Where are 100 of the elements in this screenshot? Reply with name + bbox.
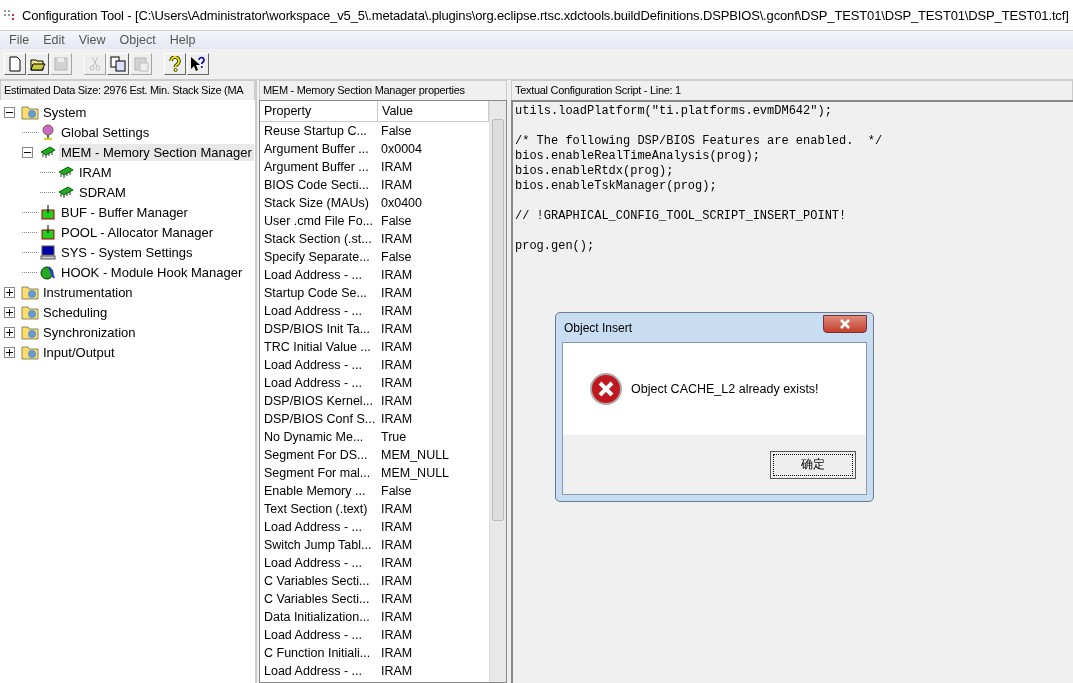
property-name: DSP/BIOS Init Ta... — [263, 322, 372, 336]
property-name: Argument Buffer ... — [263, 160, 370, 174]
property-value[interactable]: MEM_NULL — [377, 448, 489, 462]
property-name: DSP/BIOS Conf S... — [263, 412, 377, 426]
menu-item[interactable]: File — [2, 33, 37, 47]
menu-item[interactable]: Edit — [36, 33, 72, 47]
folder-icon — [21, 344, 39, 360]
chip-icon — [57, 184, 75, 200]
tree-item[interactable]: Input/Output — [41, 343, 117, 361]
tree-item[interactable]: Instrumentation — [41, 283, 135, 301]
tree-item[interactable]: BUF - Buffer Manager — [59, 203, 190, 221]
property-value[interactable]: False — [377, 124, 489, 138]
property-value[interactable]: IRAM — [377, 178, 489, 192]
folder-icon — [21, 104, 39, 120]
property-value[interactable]: False — [377, 250, 489, 264]
tree-item[interactable]: SYS - System Settings — [59, 243, 195, 261]
expand-toggle[interactable] — [4, 326, 15, 338]
property-value[interactable]: 0x0400 — [377, 196, 489, 210]
collapse-toggle[interactable] — [22, 146, 33, 158]
page-icon — [7, 56, 23, 72]
property-name: Load Address - ... — [263, 556, 363, 570]
property-value[interactable]: IRAM — [377, 664, 489, 678]
property-value[interactable]: MEM_NULL — [377, 466, 489, 480]
close-button[interactable] — [823, 314, 867, 333]
tree-item[interactable]: Synchronization — [41, 323, 138, 341]
tree-item[interactable]: POOL - Allocator Manager — [59, 223, 215, 241]
property-name: Load Address - ... — [263, 376, 363, 390]
expand-toggle[interactable] — [4, 346, 15, 358]
property-name: Enable Memory ... — [263, 484, 367, 498]
tree-item[interactable]: MEM - Memory Section Manager — [59, 143, 254, 161]
property-value[interactable]: IRAM — [377, 394, 489, 408]
new-button[interactable] — [4, 53, 26, 75]
folder-icon — [21, 304, 39, 320]
property-value[interactable]: IRAM — [377, 628, 489, 642]
tree-item[interactable]: SDRAM — [77, 183, 128, 201]
buffer-icon — [39, 224, 57, 240]
property-value[interactable]: IRAM — [377, 160, 489, 174]
property-value[interactable]: IRAM — [377, 376, 489, 390]
property-name: Text Section (.text) — [263, 502, 369, 516]
menu-item[interactable]: Object — [112, 33, 163, 47]
help-button[interactable] — [164, 53, 186, 75]
error-icon — [589, 372, 623, 406]
open-button[interactable] — [27, 53, 49, 75]
property-name: DSP/BIOS Kernel... — [263, 394, 375, 408]
property-value[interactable]: IRAM — [377, 556, 489, 570]
dialog-message: Object CACHE_L2 already exists! — [631, 382, 819, 396]
property-value[interactable]: 0x0004 — [377, 142, 489, 156]
copy-button[interactable] — [107, 53, 129, 75]
property-name: No Dynamic Me... — [263, 430, 365, 444]
expand-toggle[interactable] — [4, 286, 15, 298]
property-name: BIOS Code Secti... — [263, 178, 370, 192]
property-name: Switch Jump Tabl... — [263, 538, 373, 552]
property-value[interactable]: IRAM — [377, 610, 489, 624]
property-value[interactable]: IRAM — [377, 322, 489, 336]
menu-item[interactable]: View — [71, 33, 113, 47]
tree-item[interactable]: System — [41, 103, 89, 121]
scrollbar-thumb[interactable] — [492, 119, 504, 521]
ok-button[interactable]: 确定 — [770, 450, 856, 479]
collapse-toggle[interactable] — [4, 106, 15, 118]
property-name: Segment For mal... — [263, 466, 372, 480]
property-value[interactable]: IRAM — [377, 232, 489, 246]
property-value[interactable]: IRAM — [377, 592, 489, 606]
property-name: Load Address - ... — [263, 268, 363, 282]
property-value[interactable]: IRAM — [377, 412, 489, 426]
property-name: Reuse Startup C... — [263, 124, 368, 138]
property-value[interactable]: IRAM — [377, 286, 489, 300]
question-mark-icon — [167, 56, 183, 72]
property-value[interactable]: IRAM — [377, 268, 489, 282]
menu-item[interactable]: Help — [162, 33, 203, 47]
property-value[interactable]: IRAM — [377, 358, 489, 372]
property-value[interactable]: IRAM — [377, 646, 489, 660]
property-name: C Variables Secti... — [263, 592, 371, 606]
property-value[interactable]: IRAM — [377, 340, 489, 354]
scrollbar[interactable] — [489, 101, 506, 682]
property-value[interactable]: IRAM — [377, 538, 489, 552]
property-value[interactable]: False — [377, 484, 489, 498]
property-value[interactable]: IRAM — [377, 520, 489, 534]
folder-icon — [30, 56, 46, 72]
property-name: TRC Initial Value ... — [263, 340, 372, 354]
context-help-button[interactable] — [187, 53, 209, 75]
property-value[interactable]: IRAM — [377, 502, 489, 516]
property-name: Load Address - ... — [263, 628, 363, 642]
monitor-icon — [39, 244, 57, 260]
property-value[interactable]: True — [377, 430, 489, 444]
clipboard-icon — [133, 56, 149, 72]
property-name: C Function Initiali... — [263, 646, 372, 660]
property-value[interactable]: IRAM — [377, 304, 489, 318]
buffer-icon — [39, 204, 57, 220]
tree-item[interactable]: IRAM — [77, 163, 114, 181]
globe-icon — [39, 124, 57, 140]
column-header[interactable]: Property — [260, 101, 378, 121]
tree-item[interactable]: Scheduling — [41, 303, 110, 321]
tree-item[interactable]: Global Settings — [59, 123, 152, 141]
expand-toggle[interactable] — [4, 306, 15, 318]
tree-item[interactable]: HOOK - Module Hook Manager — [59, 263, 245, 281]
property-value[interactable]: IRAM — [377, 574, 489, 588]
property-value[interactable]: False — [377, 214, 489, 228]
window-title: Configuration Tool - [C:\Users\Administrator\workspace_v5_5\.metadata\.plugins\org.eclipse.rtsc.xdctools.buildDefinitions.DSPBIOS\.gconf\DSP_TEST01\DSP_TEST01\DSP_TEST01.tcf] — [22, 7, 1069, 23]
property-name: Data Initialization... — [263, 610, 371, 624]
property-name: Load Address - ... — [263, 520, 363, 534]
